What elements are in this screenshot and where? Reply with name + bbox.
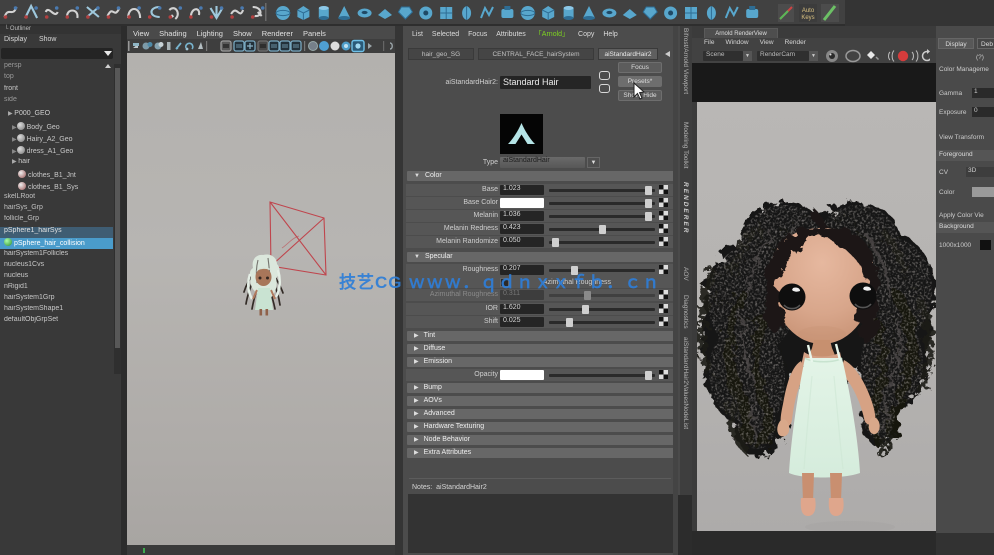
svg-text:Keys: Keys: [801, 15, 814, 21]
svg-text:Auto: Auto: [802, 8, 815, 14]
